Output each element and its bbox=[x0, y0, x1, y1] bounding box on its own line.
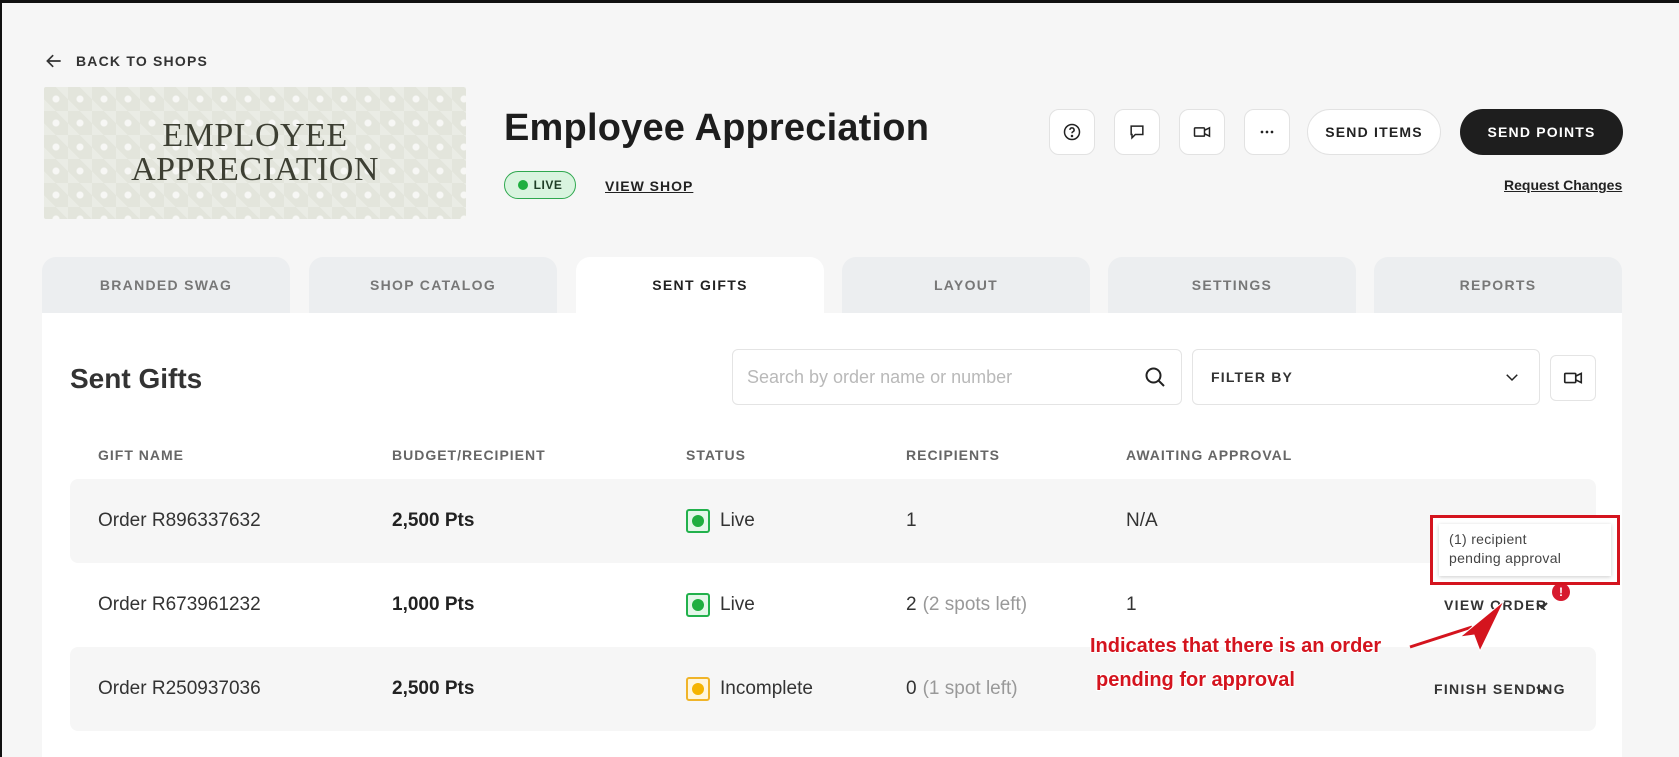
video-icon bbox=[1563, 372, 1583, 384]
tab-settings[interactable]: SETTINGS bbox=[1108, 257, 1356, 313]
view-shop-link[interactable]: VIEW SHOP bbox=[605, 178, 693, 194]
annotation-arrow-icon bbox=[1409, 600, 1505, 653]
recipients-cell: 2 (2 spots left) bbox=[906, 563, 1027, 647]
chevron-down-icon bbox=[1506, 374, 1518, 382]
chat-button[interactable] bbox=[1114, 109, 1160, 155]
budget-cell: 2,500 Pts bbox=[392, 678, 475, 699]
column-header-gift-name: GIFT NAME bbox=[98, 447, 184, 463]
more-icon bbox=[1260, 130, 1274, 134]
status-badge-label: LIVE bbox=[533, 178, 563, 192]
annotation-line-2: pending for approval bbox=[1096, 669, 1295, 691]
chevron-down-icon[interactable] bbox=[1530, 677, 1554, 701]
status-label: Incomplete bbox=[720, 678, 813, 699]
video-icon bbox=[1193, 126, 1211, 138]
chat-icon bbox=[1130, 125, 1144, 140]
send-items-button[interactable]: SEND ITEMS bbox=[1307, 109, 1441, 155]
tooltip-content: (1) recipient pending approval bbox=[1439, 524, 1611, 576]
recipients-spots-left: (2 spots left) bbox=[922, 594, 1028, 615]
annotation-line-1: Indicates that there is an order bbox=[1090, 635, 1382, 657]
chevron-down-icon[interactable] bbox=[1530, 593, 1554, 617]
status-badge: LIVE bbox=[504, 171, 576, 199]
live-status-icon bbox=[686, 509, 710, 533]
back-to-shops-link[interactable]: BACK TO SHOPS bbox=[44, 51, 208, 71]
help-button[interactable] bbox=[1049, 109, 1095, 155]
awaiting-approval-cell: N/A bbox=[1126, 510, 1158, 531]
recipients-cell: 1 bbox=[906, 479, 917, 563]
tab-reports[interactable]: REPORTS bbox=[1374, 257, 1622, 313]
budget-cell: 2,500 Pts bbox=[392, 510, 475, 531]
incomplete-status-icon bbox=[686, 677, 710, 701]
status-label: Live bbox=[720, 510, 755, 531]
help-icon bbox=[1063, 123, 1081, 141]
table-row: Order R896337632 2,500 Pts Live 1 N/A VI… bbox=[70, 479, 1596, 563]
back-to-shops-label: BACK TO SHOPS bbox=[76, 53, 209, 69]
search-icon[interactable] bbox=[1143, 365, 1167, 389]
send-points-button[interactable]: SEND POINTS bbox=[1460, 109, 1623, 155]
live-dot-icon bbox=[517, 180, 528, 190]
banner-line-2: APPRECIATION bbox=[131, 151, 379, 188]
column-header-budget: BUDGET/RECIPIENT bbox=[392, 447, 546, 463]
tab-branded-swag[interactable]: BRANDED SWAG bbox=[42, 257, 290, 313]
sent-gifts-panel: Sent Gifts FILTER BY GIFT NAME BUDGET/RE… bbox=[42, 313, 1622, 757]
status-cell: Incomplete bbox=[686, 647, 813, 731]
live-status-icon bbox=[686, 593, 710, 617]
arrow-left-icon bbox=[46, 54, 61, 68]
recipients-count: 0 bbox=[906, 678, 917, 699]
status-cell: Live bbox=[686, 563, 755, 647]
recipients-spots-left: (1 spot left) bbox=[922, 678, 1018, 699]
pending-approval-alert-icon[interactable]: ! bbox=[1552, 583, 1570, 601]
recipients-count: 2 bbox=[906, 594, 917, 615]
recipients-count: 1 bbox=[906, 510, 917, 531]
tab-sent-gifts[interactable]: SENT GIFTS bbox=[576, 257, 824, 313]
budget-cell: 1,000 Pts bbox=[392, 594, 475, 615]
search-box bbox=[732, 349, 1182, 405]
shop-banner-image: EMPLOYEE APPRECIATION bbox=[44, 87, 466, 219]
column-header-recipients: RECIPIENTS bbox=[906, 447, 1001, 463]
column-header-awaiting-approval: AWAITING APPROVAL bbox=[1126, 447, 1293, 463]
tutorial-video-button[interactable] bbox=[1550, 355, 1596, 401]
tooltip-line-1: (1) recipient bbox=[1449, 531, 1527, 547]
banner-line-1: EMPLOYEE bbox=[162, 117, 348, 154]
column-header-status: STATUS bbox=[686, 447, 746, 463]
status-cell: Live bbox=[686, 479, 755, 563]
search-input[interactable] bbox=[747, 366, 1143, 388]
pending-approval-tooltip: (1) recipient pending approval bbox=[1430, 515, 1620, 585]
more-button[interactable] bbox=[1244, 109, 1290, 155]
recipients-cell: 0 (1 spot left) bbox=[906, 647, 1018, 731]
annotation-note: Indicates that there is an order pending… bbox=[1090, 629, 1381, 697]
request-changes-link[interactable]: Request Changes bbox=[1504, 177, 1622, 193]
video-button[interactable] bbox=[1179, 109, 1225, 155]
filter-label: FILTER BY bbox=[1211, 369, 1294, 385]
tab-shop-catalog[interactable]: SHOP CATALOG bbox=[309, 257, 557, 313]
gift-name-cell: Order R250937036 bbox=[98, 678, 261, 699]
panel-title: Sent Gifts bbox=[70, 363, 203, 394]
page-title: Employee Appreciation bbox=[504, 107, 930, 149]
gift-name-cell: Order R673961232 bbox=[98, 594, 261, 615]
gift-name-cell: Order R896337632 bbox=[98, 510, 261, 531]
status-label: Live bbox=[720, 594, 755, 615]
tooltip-line-2: pending approval bbox=[1449, 550, 1562, 566]
shop-tabs: BRANDED SWAG SHOP CATALOG SENT GIFTS LAY… bbox=[42, 257, 1622, 313]
filter-dropdown[interactable]: FILTER BY bbox=[1192, 349, 1540, 405]
tab-layout[interactable]: LAYOUT bbox=[842, 257, 1090, 313]
